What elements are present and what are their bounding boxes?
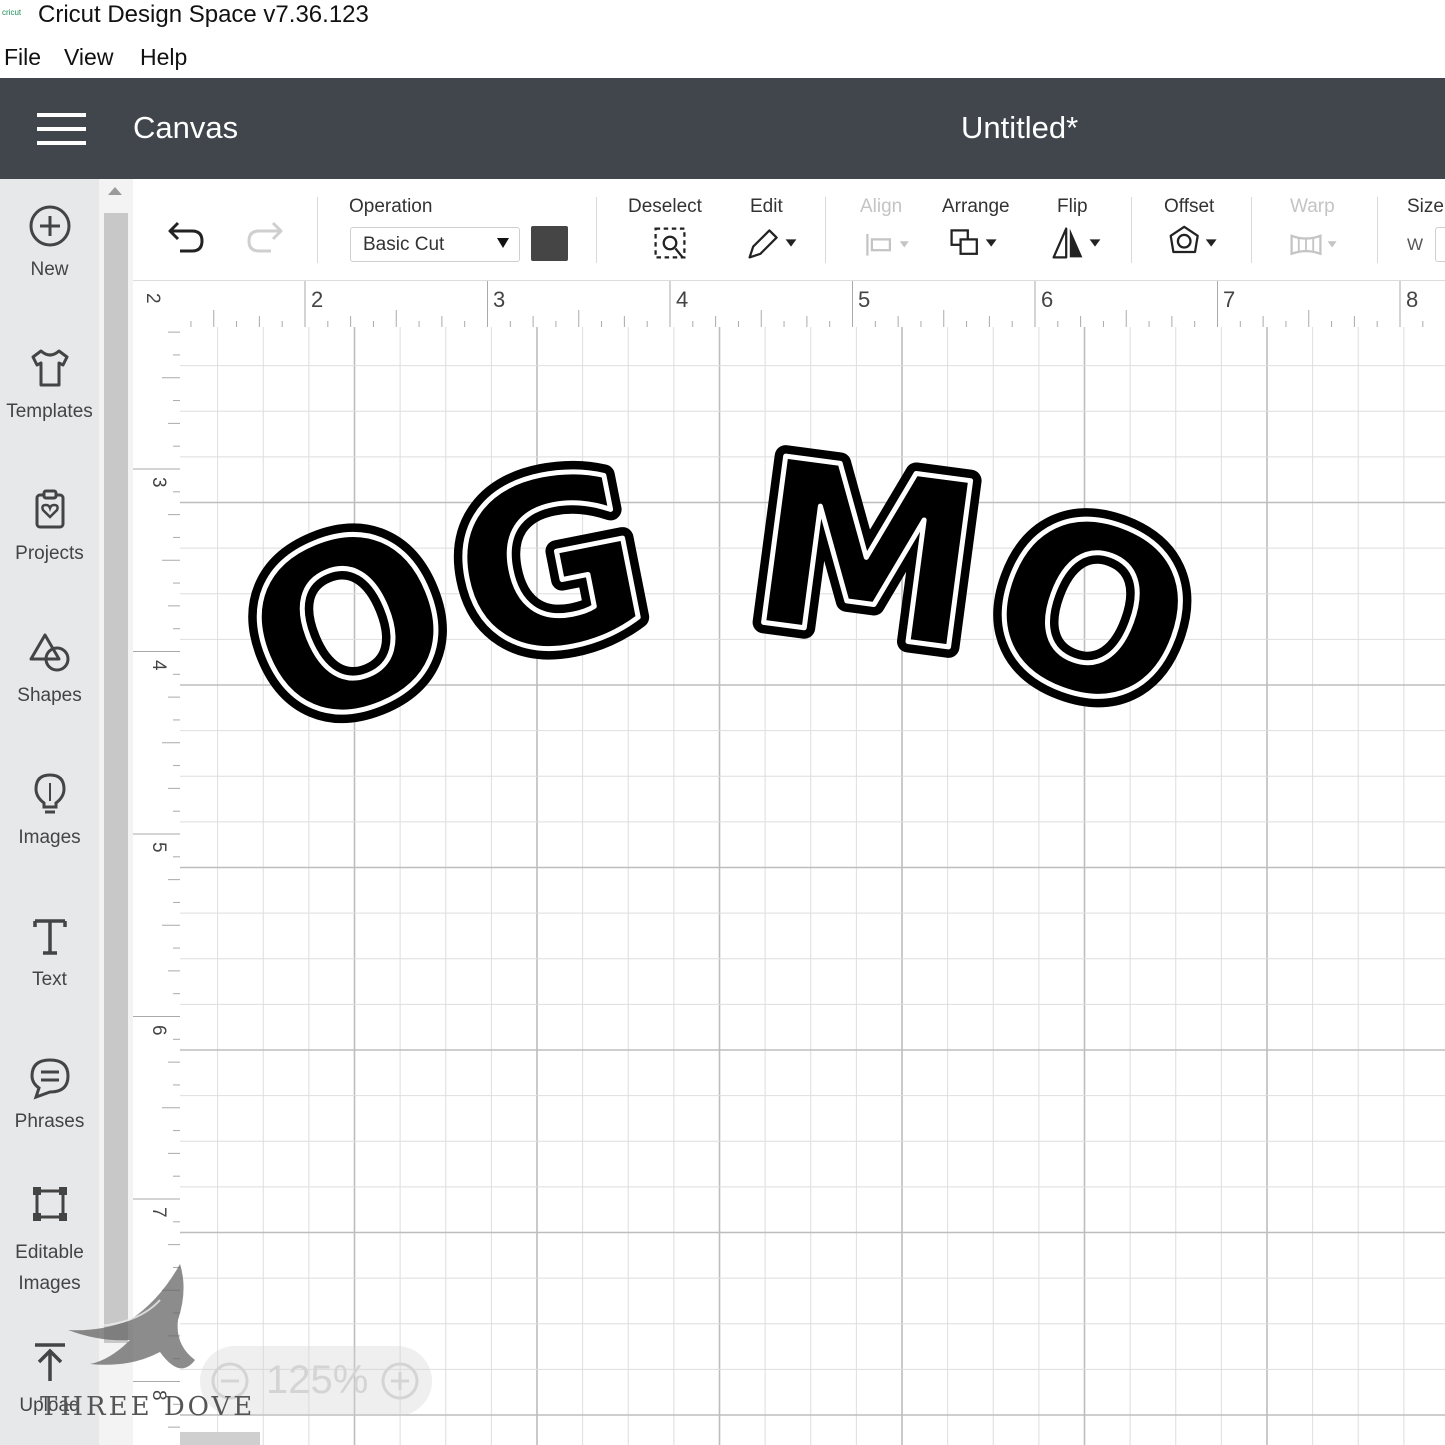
menu-file[interactable]: File (4, 44, 41, 71)
sidebar-item-label: Shapes (17, 685, 82, 706)
sidebar-item-text[interactable]: Text (0, 913, 99, 991)
material-color-swatch[interactable] (531, 226, 568, 261)
scroll-up-arrow-icon[interactable] (108, 187, 122, 195)
plus-circle-icon (29, 205, 70, 247)
operation-value: Basic Cut (363, 234, 445, 255)
horizontal-scroll-thumb[interactable] (180, 1432, 260, 1445)
arrange-label: Arrange (942, 196, 1010, 217)
offset-icon[interactable] (1165, 225, 1225, 261)
app-header: Canvas Untitled* (0, 78, 1445, 179)
design-canvas[interactable]: DOG MOM DOG MOM (180, 327, 1445, 1445)
operation-select[interactable]: Basic Cut (350, 227, 520, 262)
align-icon (866, 234, 909, 256)
menu-view[interactable]: View (64, 44, 113, 71)
flip-label: Flip (1057, 196, 1088, 217)
svg-text:DOG MOM: DOG MOM (180, 327, 1230, 789)
document-title[interactable]: Untitled* (961, 110, 1078, 146)
deselect-icon[interactable] (650, 225, 690, 261)
ruler-label-top: 3 (493, 287, 505, 312)
shirt-icon (31, 349, 68, 387)
sidebar-item-label: Images (18, 827, 81, 848)
ruler-label-top: 2 (311, 287, 323, 312)
hamburger-menu-icon[interactable] (37, 113, 86, 145)
editable-image-icon (32, 1187, 67, 1221)
top-ruler-ticks (190, 281, 1424, 328)
undo-icon[interactable] (166, 219, 208, 255)
title-bar: cricut Cricut Design Space v7.36.123 (0, 0, 1445, 34)
sidebar-item-label: Phrases (14, 1111, 85, 1132)
text-t-icon (32, 919, 67, 955)
warp-icon (1290, 234, 1337, 256)
edit-pencil-icon[interactable] (743, 225, 803, 261)
size-label: Size (1407, 196, 1444, 217)
deselect-label: Deselect (628, 196, 702, 217)
flip-icon[interactable] (1047, 225, 1107, 261)
ruler-label-top: 4 (676, 287, 688, 312)
speech-bubble-icon (29, 1058, 70, 1100)
ruler-label-top: 8 (1406, 287, 1418, 312)
ruler-label-top: 7 (1223, 287, 1235, 312)
sidebar-item-templates[interactable]: Templates (0, 345, 99, 423)
ruler-corner-label: 2 (142, 293, 163, 304)
size-width-input[interactable] (1435, 227, 1445, 262)
toolbar-separator (825, 197, 826, 263)
zoom-level: 125% (266, 1358, 369, 1402)
window-title: Cricut Design Space v7.36.123 (38, 1, 369, 28)
arrange-icon[interactable] (945, 225, 1005, 261)
zoom-in-icon[interactable] (380, 1361, 420, 1401)
ruler-label-top: 5 (858, 287, 870, 312)
edit-toolbar: Operation Basic Cut Deselect Edit Align … (133, 179, 1445, 280)
toolbar-separator (317, 197, 318, 263)
menu-help[interactable]: Help (140, 44, 187, 71)
sidebar-item-projects[interactable]: Projects (0, 487, 99, 565)
sidebar-item-new[interactable]: New (0, 203, 99, 281)
menu-bar: File View Help (0, 38, 1445, 76)
warp-label: Warp (1290, 196, 1335, 217)
sidebar-item-label: New (30, 259, 69, 280)
redo-icon[interactable] (243, 219, 285, 255)
sidebar-item-shapes[interactable]: Shapes (0, 629, 99, 707)
left-sidebar: New Templates Projects Shapes Images Tex… (0, 179, 99, 1445)
edit-label: Edit (750, 196, 783, 217)
toolbar-separator (1377, 197, 1378, 263)
sidebar-item-images[interactable]: Images (0, 771, 99, 849)
header-section-title: Canvas (133, 110, 239, 145)
operation-label: Operation (349, 196, 433, 217)
offset-label: Offset (1164, 196, 1215, 217)
design-text-dog-mom[interactable]: DOG MOM DOG MOM (180, 327, 1239, 800)
ruler-label-left: 5 (148, 842, 169, 853)
ruler-label-left: 4 (148, 660, 169, 671)
clipboard-heart-icon (35, 489, 64, 529)
size-width-label: W (1407, 235, 1424, 254)
app-logo-icon: cricut (2, 8, 22, 17)
toolbar-separator (1131, 197, 1132, 263)
align-label: Align (860, 196, 903, 217)
ruler-label-left: 6 (148, 1025, 169, 1036)
top-ruler: 2 2 3 4 5 6 7 8 (133, 280, 1445, 328)
dropdown-arrow-icon (497, 238, 509, 248)
lightbulb-icon (33, 773, 66, 814)
sidebar-item-label: Projects (15, 543, 84, 564)
ruler-label-left: 3 (148, 477, 169, 488)
sidebar-item-label: Templates (6, 401, 93, 422)
ruler-label-top: 6 (1041, 287, 1053, 312)
toolbar-separator (1251, 197, 1252, 263)
watermark-text: THREE DOVE (40, 1392, 256, 1422)
sidebar-item-label: Text (32, 969, 67, 990)
ruler-label-left: 7 (148, 1207, 169, 1218)
sidebar-item-phrases[interactable]: Phrases (0, 1055, 99, 1133)
shapes-icon (29, 633, 69, 672)
toolbar-separator (596, 197, 597, 263)
vertical-scrollbar[interactable] (99, 179, 133, 1445)
scroll-thumb[interactable] (104, 213, 128, 1343)
